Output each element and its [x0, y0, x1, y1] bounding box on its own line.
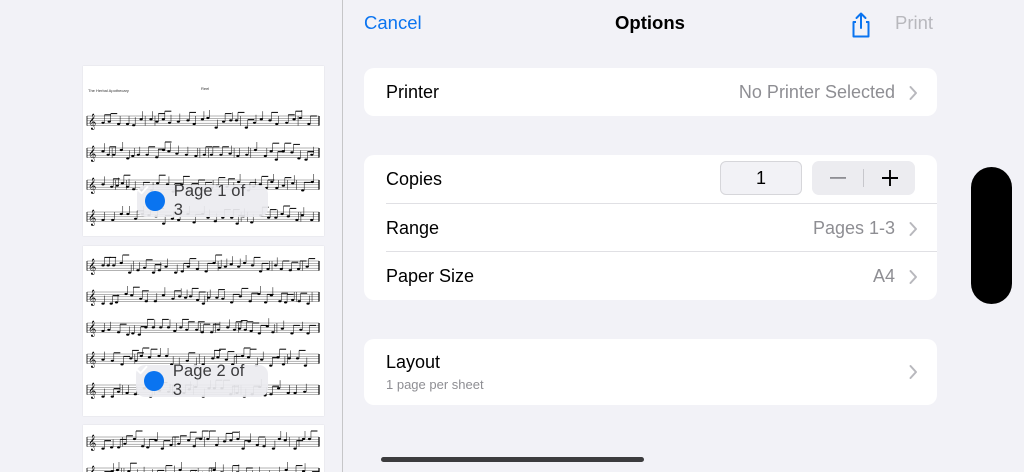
page-preview-pane: The Herbal Apothecary Reel 𝄞 𝄞 𝄞 𝄞 Page 1 o…	[0, 0, 342, 472]
svg-text:𝄞: 𝄞	[88, 383, 96, 399]
svg-text:𝄞: 𝄞	[88, 290, 96, 306]
svg-text:𝄞: 𝄞	[88, 146, 96, 162]
svg-text:𝄞: 𝄞	[88, 321, 96, 337]
page-thumbnail-2[interactable]: 𝄞 𝄞 𝄞 𝄞 𝄞 Page 2 of 3	[83, 246, 324, 416]
page-badge-label: Page 2 of 3	[172, 362, 245, 399]
share-icon	[852, 12, 870, 38]
printer-row[interactable]: Printer No Printer Selected	[364, 68, 937, 116]
page-badge-1: Page 1 of 3	[137, 182, 268, 219]
copies-stepper	[812, 161, 915, 195]
page-badge-label: Page 1 of 3	[173, 182, 246, 219]
svg-text:𝄞: 𝄞	[88, 435, 96, 451]
cancel-button[interactable]: Cancel	[364, 12, 422, 34]
layout-sublabel: 1 page per sheet	[386, 377, 484, 392]
checkmark-icon	[137, 185, 165, 211]
increment-button[interactable]	[864, 161, 915, 195]
scroll-handle[interactable]	[971, 167, 1012, 304]
copies-label: Copies	[386, 169, 443, 189]
print-options-pane: Cancel Options Print Printer No Printer …	[343, 0, 1024, 472]
copies-field[interactable]: 1	[720, 161, 802, 195]
range-label: Range	[386, 218, 440, 238]
printer-label: Printer	[386, 82, 440, 102]
page-thumbnail-3[interactable]: 𝄞𝄞	[83, 425, 324, 472]
paper-size-label: Paper Size	[386, 266, 475, 286]
paper-size-value: A4	[872, 266, 895, 286]
svg-text:𝄞: 𝄞	[88, 210, 96, 226]
printer-value: No Printer Selected	[738, 82, 895, 102]
share-button[interactable]	[847, 11, 875, 39]
home-indicator[interactable]	[381, 457, 644, 462]
print-settings-card: Copies 1 Range Pages 1-3 Paper Size A4	[364, 155, 937, 300]
layout-card: Layout 1 page per sheet	[364, 339, 937, 405]
svg-text:𝄞: 𝄞	[88, 259, 96, 275]
range-row[interactable]: Range Pages 1-3	[364, 204, 937, 252]
page-thumbnail-1[interactable]: The Herbal Apothecary Reel 𝄞 𝄞 𝄞 𝄞 Page 1 o…	[83, 66, 324, 236]
page-title: Options	[615, 12, 685, 33]
print-button[interactable]: Print	[895, 12, 933, 34]
chevron-right-icon	[909, 270, 917, 284]
decrement-button[interactable]	[812, 161, 863, 195]
range-value: Pages 1-3	[812, 218, 895, 238]
svg-text:𝄞: 𝄞	[88, 178, 96, 194]
chevron-right-icon	[909, 222, 917, 236]
chevron-right-icon	[909, 365, 917, 379]
svg-text:𝄞: 𝄞	[88, 114, 96, 130]
sheet-music-staves: 𝄞𝄞	[86, 430, 320, 472]
printer-card: Printer No Printer Selected	[364, 68, 937, 116]
svg-text:𝄞: 𝄞	[88, 466, 96, 472]
checkmark-icon	[136, 365, 164, 391]
paper-size-row[interactable]: Paper Size A4	[364, 252, 937, 300]
minus-icon	[829, 177, 846, 179]
copies-row: Copies 1	[364, 155, 937, 203]
chevron-right-icon	[909, 86, 917, 100]
page-badge-2: Page 2 of 3	[136, 362, 268, 399]
svg-text:𝄞: 𝄞	[88, 352, 96, 368]
layout-label: Layout	[386, 352, 441, 372]
layout-row[interactable]: Layout 1 page per sheet	[364, 339, 937, 405]
plus-icon	[881, 170, 898, 186]
